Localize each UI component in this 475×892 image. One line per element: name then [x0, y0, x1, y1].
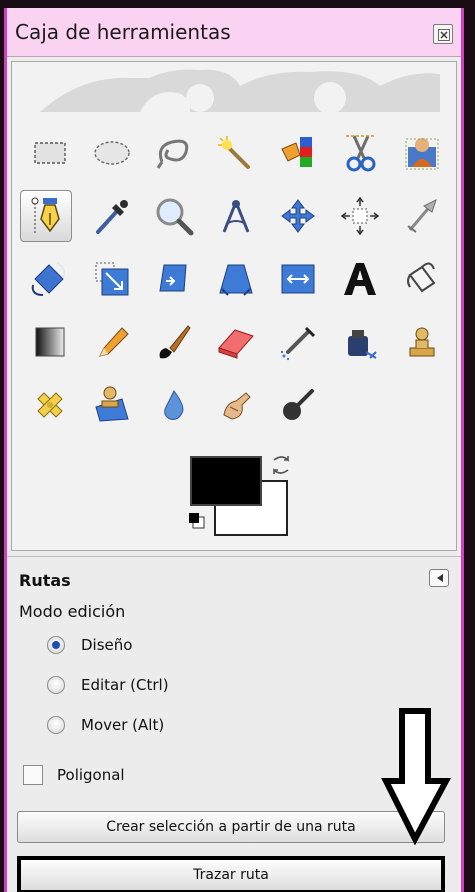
align-icon: [340, 196, 380, 236]
ink-icon: [348, 330, 377, 359]
scissors-select-icon: [346, 135, 376, 172]
scale-tool[interactable]: [86, 253, 138, 305]
blend-icon: [35, 327, 65, 357]
shear-tool[interactable]: [148, 253, 200, 305]
checkbox-box: [23, 765, 43, 785]
title-bar[interactable]: Caja de herramientas: [7, 8, 461, 57]
ellipse-select-icon: [94, 141, 130, 165]
mode-move-label: Mover (Alt): [81, 716, 165, 734]
flip-tool[interactable]: [272, 253, 324, 305]
text-tool[interactable]: [334, 253, 386, 305]
flip-icon: [281, 264, 315, 294]
perspective-clone-icon: [95, 386, 129, 422]
fg-bg-color-selector: [180, 450, 300, 550]
radio-indicator: [47, 636, 65, 654]
mode-design-label: Diseño: [81, 636, 133, 654]
eraser-tool[interactable]: [210, 316, 262, 368]
window-title: Caja de herramientas: [15, 20, 231, 44]
wilber-logo: [40, 69, 440, 112]
smudge-icon: [223, 392, 251, 420]
swap-colors-icon[interactable]: [268, 452, 294, 478]
tool-grid: [11, 61, 457, 551]
foreground-color-swatch[interactable]: [190, 456, 262, 506]
paths-tool[interactable]: [20, 190, 72, 242]
down-arrow-icon: [381, 708, 452, 845]
rotate-icon: [31, 262, 66, 296]
heal-icon: [37, 392, 63, 418]
bucket-fill-tool[interactable]: [396, 253, 448, 305]
airbrush-icon: [280, 326, 316, 361]
pencil-tool[interactable]: [86, 316, 138, 368]
ellipse-select-tool[interactable]: [86, 127, 138, 179]
color-picker-icon: [96, 200, 128, 234]
stroke-path-button[interactable]: Trazar ruta: [17, 856, 445, 892]
clone-icon: [409, 327, 435, 357]
zoom-tool[interactable]: [148, 190, 200, 242]
measure-tool[interactable]: [210, 190, 262, 242]
polygonal-label: Poligonal: [57, 766, 125, 784]
move-icon: [281, 199, 315, 233]
mode-edit-label: Editar (Ctrl): [81, 676, 169, 694]
align-tool[interactable]: [334, 190, 386, 242]
radio-indicator: [47, 716, 65, 734]
foreground-select-tool[interactable]: [396, 127, 448, 179]
close-icon: [438, 29, 450, 41]
blend-tool[interactable]: [24, 316, 76, 368]
shear-icon: [159, 264, 187, 292]
color-picker-tool[interactable]: [86, 190, 138, 242]
rect-select-icon: [34, 142, 66, 164]
mode-design-radio[interactable]: Diseño: [47, 631, 447, 659]
measure-icon: [222, 200, 250, 233]
dodge-burn-icon: [283, 389, 314, 420]
perspective-tool[interactable]: [210, 253, 262, 305]
move-tool[interactable]: [272, 190, 324, 242]
heal-tool[interactable]: [24, 379, 76, 431]
crop-tool[interactable]: [396, 190, 448, 242]
tool-options-title: Rutas: [19, 571, 71, 590]
fuzzy-select-icon: [218, 136, 250, 169]
ink-tool[interactable]: [334, 316, 386, 368]
mode-edit-radio[interactable]: Editar (Ctrl): [47, 671, 447, 699]
free-select-icon: [156, 139, 189, 169]
rect-select-tool[interactable]: [24, 127, 76, 179]
polygonal-checkbox[interactable]: Poligonal: [23, 765, 125, 785]
rotate-tool[interactable]: [24, 253, 76, 305]
scale-icon: [95, 262, 129, 296]
crop-icon: [407, 199, 437, 233]
free-select-tool[interactable]: [148, 127, 200, 179]
text-icon: [344, 263, 376, 295]
pencil-icon: [99, 327, 129, 357]
perspective-icon: [219, 264, 253, 296]
triangle-left-icon: [437, 574, 443, 582]
radio-indicator: [47, 676, 65, 694]
default-colors-icon[interactable]: [188, 512, 206, 530]
dodge-burn-tool[interactable]: [272, 379, 324, 431]
airbrush-tool[interactable]: [272, 316, 324, 368]
edit-mode-label: Modo edición: [19, 602, 126, 621]
blur-icon: [164, 390, 184, 420]
zoom-icon: [156, 198, 194, 236]
paintbrush-icon: [159, 325, 191, 359]
color-select-tool[interactable]: [272, 127, 324, 179]
tool-options-menu-button[interactable]: [429, 569, 449, 587]
clone-tool[interactable]: [396, 316, 448, 368]
scissors-select-tool[interactable]: [334, 127, 386, 179]
perspective-clone-tool[interactable]: [86, 379, 138, 431]
close-button[interactable]: [433, 24, 453, 44]
paintbrush-tool[interactable]: [148, 316, 200, 368]
foreground-select-icon: [405, 138, 439, 170]
blur-tool[interactable]: [148, 379, 200, 431]
bucket-fill-icon: [407, 262, 436, 293]
color-select-icon: [281, 137, 312, 167]
paths-icon: [31, 197, 60, 233]
eraser-icon: [218, 329, 254, 359]
fuzzy-select-tool[interactable]: [210, 127, 262, 179]
smudge-tool[interactable]: [210, 379, 262, 431]
